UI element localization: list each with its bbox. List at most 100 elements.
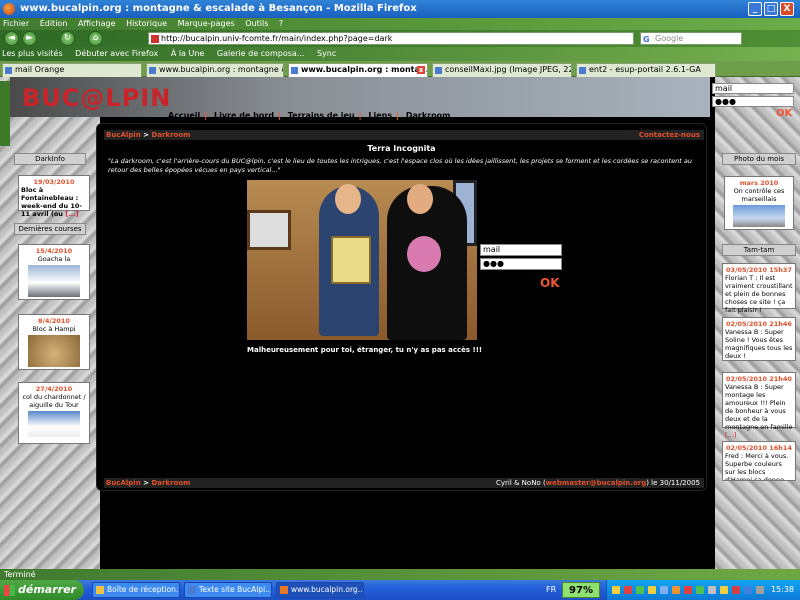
bookmark-item[interactable]: À la Une <box>171 49 205 58</box>
menu-bar: Fichier Édition Affichage Historique Mar… <box>0 18 800 30</box>
footer-page[interactable]: Darkroom <box>151 479 190 487</box>
nav-separator: | <box>396 111 400 120</box>
bookmark-item[interactable]: Sync <box>317 49 336 58</box>
tray-icon[interactable] <box>648 586 656 594</box>
maximize-button[interactable]: □ <box>764 2 778 16</box>
search-input[interactable]: G Google <box>640 32 742 45</box>
course-date: 8/4/2010 <box>38 317 70 325</box>
tray-icon[interactable] <box>696 586 704 594</box>
tray-icon[interactable] <box>732 586 740 594</box>
menu-help[interactable]: ? <box>279 19 283 28</box>
tab-conseil-maxi[interactable]: conseilMaxi.jpg (Image JPEG, 22... <box>432 63 572 77</box>
sidebar-strip[interactable] <box>0 81 10 146</box>
mail-icon <box>96 586 104 594</box>
close-window-button[interactable]: X <box>780 2 794 16</box>
forward-button[interactable]: ► <box>22 31 37 46</box>
breadcrumb-page[interactable]: Darkroom <box>151 131 190 139</box>
url-bar[interactable]: http://bucalpin.univ-fcomte.fr/main/inde… <box>148 32 634 45</box>
tab-label: mail Orange <box>15 65 65 74</box>
battery-indicator[interactable]: 97% <box>562 582 600 598</box>
tab-close-icon[interactable]: x <box>417 66 425 74</box>
menu-affichage[interactable]: Affichage <box>78 19 116 28</box>
menu-marque-pages[interactable]: Marque-pages <box>178 19 235 28</box>
shirt-print <box>407 236 441 272</box>
tab-mail-orange[interactable]: mail Orange <box>2 63 142 77</box>
nav-darkroom[interactable]: Darkroom <box>406 111 451 120</box>
course-card[interactable]: 27/4/2010 col du chardonnet / aiguille d… <box>18 382 90 444</box>
content-email-field[interactable]: mail <box>480 244 562 256</box>
message-more-link[interactable]: [...] <box>725 431 736 439</box>
tray-icon[interactable] <box>660 586 668 594</box>
volume-icon[interactable] <box>756 586 764 594</box>
darkinfo-heading: DarkInfo <box>14 153 86 165</box>
content-password-field[interactable]: ●●● <box>480 258 562 270</box>
tray-icon[interactable] <box>636 586 644 594</box>
back-button[interactable]: ◄ <box>4 31 19 46</box>
bookmark-item[interactable]: Les plus visités <box>2 49 63 58</box>
tab-favicon-icon <box>579 67 586 74</box>
header-email-field[interactable]: mail <box>712 83 794 94</box>
home-button[interactable]: ⌂ <box>88 31 103 46</box>
tamtam-message: 02/05/2010 21h46 Vanessa B : Super Solin… <box>722 317 796 361</box>
credit-date: ) le 30/11/2005 <box>646 479 700 487</box>
windows-logo-icon <box>4 585 15 596</box>
nav-separator: | <box>358 111 362 120</box>
course-thumbnail <box>28 411 80 437</box>
course-card[interactable]: 8/4/2010 Bloc à Hampi <box>18 314 90 370</box>
tray-icon[interactable] <box>744 586 752 594</box>
google-icon: G <box>643 35 650 44</box>
task-texte-site[interactable]: Texte site BucAlpi... <box>184 582 272 598</box>
menu-fichier[interactable]: Fichier <box>3 19 29 28</box>
nav-livre-de-bord[interactable]: Livre de bord <box>214 111 274 120</box>
breadcrumb-separator: > <box>143 131 149 139</box>
breadcrumb-home[interactable]: BucAlpin <box>106 131 141 139</box>
tab-ent2[interactable]: ent2 - esup-portail 2.6.1-GA <box>576 63 716 77</box>
start-button[interactable]: démarrer <box>0 580 84 600</box>
nav-terrains-de-jeu[interactable]: Terrains de jeu <box>288 111 355 120</box>
site-logo[interactable]: BUC@LPIN <box>22 84 171 112</box>
message-date: 02/05/2010 21h40 <box>726 375 792 383</box>
menu-historique[interactable]: Historique <box>126 19 167 28</box>
tab-bucalpin-active[interactable]: www.bucalpin.org : montag... x <box>288 63 428 77</box>
access-denied-message: Malheureusement pour toi, étranger, tu n… <box>247 346 483 354</box>
tab-bucalpin-1[interactable]: www.bucalpin.org : montagne &... <box>146 63 284 77</box>
photo-month-box[interactable]: mars 2010 On contrôle ces marseillais <box>724 176 794 230</box>
header-login-ok-button[interactable]: OK <box>776 108 792 119</box>
climber-left-head <box>335 184 361 214</box>
tamtam-heading: Tam-tam <box>722 244 796 256</box>
tray-icon[interactable] <box>612 586 620 594</box>
header-password-field[interactable]: ●●● <box>712 96 794 107</box>
bookmark-item[interactable]: Débuter avec Firefox <box>75 49 158 58</box>
course-card[interactable]: 15/4/2010 Goacha la <box>18 244 90 300</box>
darkinfo-more-link[interactable]: [...] <box>65 210 78 218</box>
firefox-icon <box>280 586 288 594</box>
footer-home[interactable]: BucAlpin <box>106 479 141 487</box>
task-inbox[interactable]: Boîte de réception... <box>92 582 180 598</box>
tab-label: www.bucalpin.org : montag... <box>301 65 428 74</box>
webmaster-email-link[interactable]: webmaster@bucalpin.org <box>546 479 647 487</box>
content-login-ok-button[interactable]: OK <box>540 276 560 290</box>
tray-icon[interactable] <box>672 586 680 594</box>
minimize-button[interactable]: _ <box>748 2 762 16</box>
language-indicator[interactable]: FR <box>546 580 556 600</box>
nav-liens[interactable]: Liens <box>368 111 392 120</box>
bookmark-item[interactable]: Galerie de composa... <box>217 49 305 58</box>
search-placeholder: Google <box>655 34 684 43</box>
site-nav: Accueil | Livre de bord | Terrains de jeu |… <box>168 111 454 120</box>
breadcrumb: BucAlpin > Darkroom Contactez-nous <box>104 130 704 140</box>
reload-button[interactable]: ↻ <box>60 31 75 46</box>
nav-separator: | <box>204 111 208 120</box>
tab-favicon-icon <box>5 67 12 74</box>
contact-link[interactable]: Contactez-nous <box>639 130 700 140</box>
tray-icon[interactable] <box>708 586 716 594</box>
course-thumbnail <box>28 265 80 297</box>
course-title: col du chardonnet / aiguille du Tour <box>22 393 86 409</box>
menu-edition[interactable]: Édition <box>40 19 68 28</box>
tray-icon[interactable] <box>624 586 632 594</box>
tray-icon[interactable] <box>720 586 728 594</box>
nav-accueil[interactable]: Accueil <box>168 111 200 120</box>
tray-icon[interactable] <box>684 586 692 594</box>
task-firefox[interactable]: www.bucalpin.org... <box>276 582 364 598</box>
message-date: 02/05/2010 21h46 <box>726 320 792 328</box>
menu-outils[interactable]: Outils <box>245 19 268 28</box>
